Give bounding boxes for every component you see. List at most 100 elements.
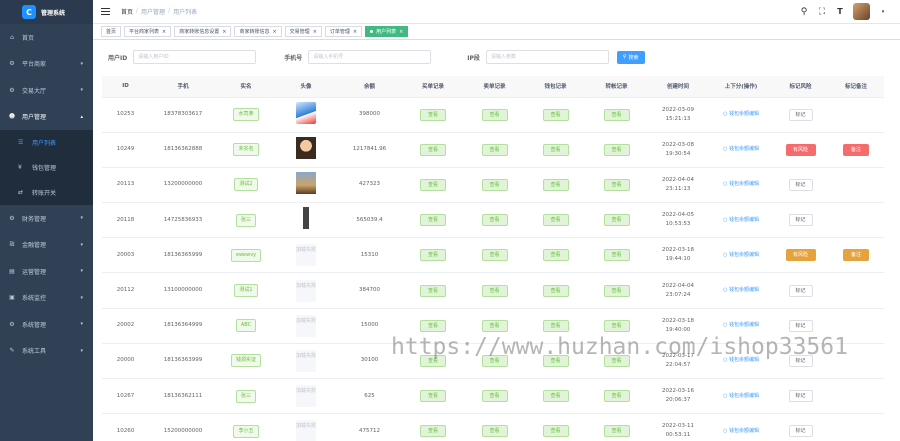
close-icon[interactable]: × — [399, 29, 403, 35]
remark-button[interactable]: 备注 — [843, 143, 869, 156]
transfer-records-view-button[interactable]: 查看 — [603, 284, 630, 297]
sidebar-item[interactable]: ▣ 系统监控 ▾ — [0, 285, 93, 312]
sell-records-view-button[interactable]: 查看 — [481, 108, 508, 121]
ip-input[interactable] — [485, 50, 609, 64]
buy-records-view-button[interactable]: 查看 — [420, 214, 446, 227]
buy-records-view-button[interactable]: 查看 — [420, 108, 446, 121]
mark-risk-button[interactable]: 标记 — [788, 425, 813, 438]
wallet-edit-link[interactable]: ○ 钱包余额编辑 — [723, 428, 759, 434]
mark-risk-button[interactable]: 标记 — [788, 284, 813, 297]
transfer-records-view-button[interactable]: 查看 — [603, 319, 630, 332]
wallet-edit-link[interactable]: ○ 钱包余额编辑 — [723, 146, 759, 152]
buy-records-view-button[interactable]: 查看 — [420, 143, 446, 156]
wallet-records-view-button[interactable]: 查看 — [542, 178, 569, 191]
wallet-records-view-button[interactable]: 查看 — [542, 143, 569, 156]
search-button[interactable]: ⚲ 搜索 — [616, 50, 645, 64]
sidebar-item[interactable]: ☻ 用户管理 ▴ — [0, 104, 93, 131]
caret-down-icon[interactable]: ▾ — [878, 7, 888, 17]
wallet-edit-link[interactable]: ○ 钱包余额编辑 — [723, 111, 759, 117]
tag-item[interactable]: 商家转账信息 × — [234, 26, 282, 37]
hamburger-icon[interactable] — [101, 8, 110, 15]
wallet-records-view-button[interactable]: 查看 — [542, 390, 569, 403]
transfer-records-view-button[interactable]: 查看 — [603, 178, 630, 191]
sidebar-item[interactable]: ⌂ 首页 — [0, 24, 93, 51]
buy-records-view-button[interactable]: 查看 — [420, 319, 446, 332]
sell-records-view-button[interactable]: 查看 — [481, 214, 508, 227]
wallet-edit-label: 钱包余额编辑 — [728, 322, 759, 329]
transfer-records-view-button[interactable]: 查看 — [603, 249, 630, 262]
buy-records-view-button[interactable]: 查看 — [420, 249, 446, 262]
sell-records-view-button[interactable]: 查看 — [481, 425, 508, 438]
sidebar-item[interactable]: ✎ 系统工具 ▾ — [0, 338, 93, 365]
tag-item[interactable]: 商家转账信息设置 × — [174, 26, 232, 37]
risk-status-button[interactable]: 有风险 — [785, 143, 816, 156]
wallet-records-view-button[interactable]: 查看 — [542, 319, 569, 332]
buy-records-view-button[interactable]: 查看 — [420, 425, 446, 438]
operation-icon: ▤ — [9, 267, 15, 275]
tag-item[interactable]: 平台商家列表 × — [124, 26, 172, 37]
close-icon[interactable]: × — [353, 29, 357, 35]
user-avatar[interactable] — [853, 3, 870, 20]
phone-input[interactable] — [308, 50, 432, 64]
submenu-item[interactable]: ¥ 钱包管理 — [0, 155, 93, 180]
wallet-edit-link[interactable]: ○ 钱包余额编辑 — [723, 181, 759, 187]
tag-item[interactable]: 用户列表 × — [365, 26, 409, 37]
close-icon[interactable]: × — [272, 29, 276, 35]
sidebar-item[interactable]: ⚙ 财务管理 ▾ — [0, 205, 93, 232]
transfer-records-view-button[interactable]: 查看 — [603, 214, 630, 227]
remark-button[interactable]: 备注 — [843, 249, 869, 262]
transfer-records-view-button[interactable]: 查看 — [603, 108, 630, 121]
close-icon[interactable]: × — [313, 29, 317, 35]
buy-records-view-button[interactable]: 查看 — [420, 390, 446, 403]
mark-risk-button[interactable]: 标记 — [788, 319, 813, 332]
search-icon[interactable]: ⚲ — [799, 7, 809, 17]
tag-item[interactable]: 首页 — [101, 26, 122, 37]
risk-status-button[interactable]: 有风险 — [785, 249, 816, 262]
wallet-records-view-button[interactable]: 查看 — [542, 108, 569, 121]
wallet-edit-link[interactable]: ○ 钱包余额编辑 — [723, 322, 759, 328]
mark-risk-button[interactable]: 标记 — [788, 178, 813, 191]
wallet-edit-link[interactable]: ○ 钱包余额编辑 — [723, 287, 759, 293]
submenu-item[interactable]: ☰ 用户列表 — [0, 130, 93, 155]
wallet-edit-link[interactable]: ○ 钱包余额编辑 — [723, 217, 759, 223]
logo[interactable]: C 管理系统 — [0, 0, 93, 24]
mark-risk-button[interactable]: 标记 — [788, 214, 813, 227]
sidebar-item[interactable]: ⚙ 系统管理 ▾ — [0, 311, 93, 338]
chevron-down-icon: ▾ — [80, 294, 83, 301]
transfer-records-view-button[interactable]: 查看 — [603, 390, 630, 403]
mark-risk-button[interactable]: 标记 — [788, 390, 813, 403]
sidebar-item[interactable]: ⚙ 平台商家 ▾ — [0, 51, 93, 78]
transfer-records-view-button[interactable]: 查看 — [603, 425, 630, 438]
switch-icon: ⇄ — [18, 189, 24, 196]
wallet-edit-link[interactable]: ○ 钱包余额编辑 — [723, 393, 759, 399]
sell-records-view-button[interactable]: 查看 — [481, 390, 508, 403]
tag-item[interactable]: 交易管理 × — [284, 26, 322, 37]
wallet-records-view-button[interactable]: 查看 — [542, 284, 569, 297]
transfer-records-view-button[interactable]: 查看 — [603, 143, 630, 156]
sidebar-item[interactable]: ₪ 金融管理 ▾ — [0, 232, 93, 259]
wallet-records-view-button[interactable]: 查看 — [542, 214, 569, 227]
sell-records-view-button[interactable]: 查看 — [481, 143, 508, 156]
wallet-records-view-button[interactable]: 查看 — [542, 249, 569, 262]
close-icon[interactable]: × — [162, 29, 166, 35]
user-id-input[interactable] — [133, 50, 257, 64]
buy-records-view-button[interactable]: 查看 — [420, 178, 446, 191]
sell-records-view-button[interactable]: 查看 — [481, 178, 508, 191]
buy-records-view-button[interactable]: 查看 — [420, 284, 446, 297]
sidebar-item[interactable]: ⚙ 交易大厅 ▾ — [0, 77, 93, 104]
breadcrumb-user-mgmt[interactable]: 用户管理 — [141, 7, 165, 16]
mark-risk-button[interactable]: 标记 — [788, 108, 813, 121]
close-icon[interactable]: × — [222, 29, 226, 35]
sell-records-view-button[interactable]: 查看 — [481, 284, 508, 297]
wallet-records-view-button[interactable]: 查看 — [542, 425, 569, 438]
breadcrumb-home[interactable]: 首页 — [121, 7, 133, 16]
fullscreen-icon[interactable]: ⛶ — [817, 7, 827, 17]
submenu-item[interactable]: ⇄ 转账开关 — [0, 180, 93, 205]
sidebar-item[interactable]: ▤ 运营管理 ▾ — [0, 258, 93, 285]
sell-records-view-button[interactable]: 查看 — [481, 249, 508, 262]
wallet-edit-link[interactable]: ○ 钱包余额编辑 — [723, 252, 759, 258]
cell-id: 20113 — [102, 167, 149, 204]
sell-records-view-button[interactable]: 查看 — [481, 319, 508, 332]
tag-item[interactable]: 订单管理 × — [324, 26, 363, 37]
font-size-icon[interactable]: T — [835, 7, 845, 17]
